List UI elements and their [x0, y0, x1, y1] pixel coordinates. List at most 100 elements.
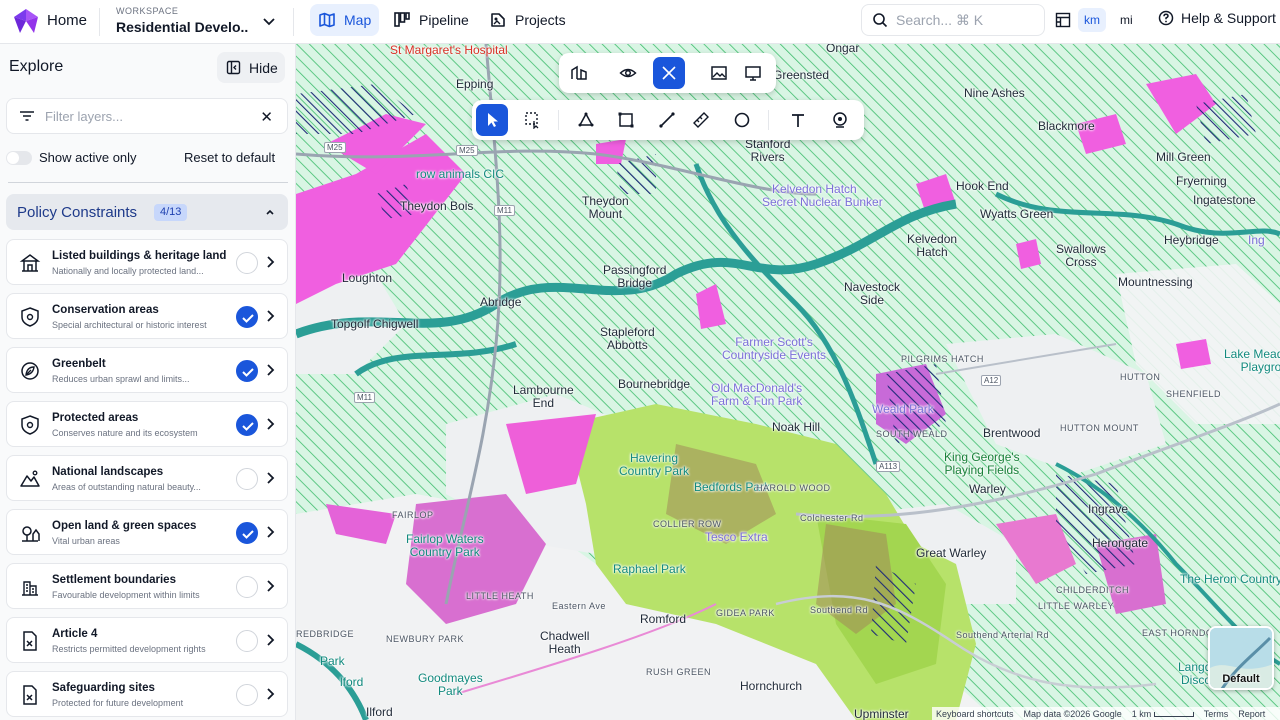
map-label-navestock: Navestock Side [844, 280, 901, 307]
map-label-herongate: Herongate [1092, 536, 1149, 550]
layers-3d-button[interactable] [563, 57, 595, 89]
unit-mi-button[interactable]: mi [1114, 8, 1139, 32]
nav-map-tab[interactable]: Map [310, 4, 380, 36]
workspace-caption: WORKSPACE [116, 6, 179, 16]
hide-sidebar-button[interactable]: Hide [217, 52, 285, 83]
map-label-southend-rd: Southend Rd [810, 605, 869, 615]
rectangle-tool-button[interactable] [610, 104, 642, 136]
layer-checkbox[interactable] [236, 522, 258, 544]
map-label-hutton: HUTTON [1120, 372, 1161, 382]
chevron-down-icon[interactable] [262, 14, 276, 28]
layer-checkbox[interactable] [236, 576, 258, 598]
scale-label: 1 km [1131, 708, 1152, 719]
nav-pipeline-label: Pipeline [419, 12, 469, 28]
map-label-ingrave: Ingrave [1088, 502, 1129, 516]
divider [558, 110, 559, 130]
layer-checkbox[interactable] [236, 630, 258, 652]
terms-link[interactable]: Terms [1204, 709, 1229, 719]
select-tool-button[interactable] [476, 104, 508, 136]
grid-layout-icon[interactable] [1055, 12, 1071, 28]
layer-item[interactable]: Settlement boundaries Favourable developm… [6, 563, 288, 609]
layer-checkbox[interactable] [236, 360, 258, 382]
chevron-right-icon[interactable] [265, 579, 275, 593]
polygon-tool-button[interactable] [570, 104, 602, 136]
line-tool-button[interactable] [651, 104, 683, 136]
sidebar-title: Explore [9, 58, 64, 75]
map-canvas[interactable]: St Margaret's Hospital Epping Ongar Greenst… [296, 44, 1280, 720]
chevron-up-icon[interactable] [264, 206, 276, 218]
map-label-fairlop-waters: Fairlop Waters Country Park [406, 532, 484, 559]
layer-item[interactable]: Listed buildings & heritage land National… [6, 239, 288, 285]
measure-tool-button[interactable] [685, 104, 717, 136]
road-shield: M25 [456, 145, 478, 156]
clear-filter-icon[interactable]: ✕ [260, 108, 273, 126]
layer-checkbox[interactable] [236, 306, 258, 328]
layer-item[interactable]: Protected areas Conserves nature and its … [6, 401, 288, 447]
layer-item[interactable]: National landscapes Areas of outstanding … [6, 455, 288, 501]
map-label-nine-ashes: Nine Ashes [964, 86, 1025, 100]
show-active-toggle[interactable] [6, 151, 32, 165]
drawing-toolbar [472, 100, 864, 140]
map-label-greensted: Greensted [773, 68, 830, 82]
text-tool-button[interactable] [782, 104, 814, 136]
layer-subtitle: Conserves nature and its ecosystem [52, 428, 198, 438]
layer-item[interactable]: Article 4 Restricts permitted development… [6, 617, 288, 663]
chevron-right-icon[interactable] [265, 309, 275, 323]
layer-checkbox[interactable] [236, 252, 258, 274]
layer-item[interactable]: Safeguarding sites Protected for future d… [6, 671, 288, 717]
keyboard-shortcuts-link[interactable]: Keyboard shortcuts [936, 709, 1014, 719]
layer-item[interactable]: Conservation areas Special architectural … [6, 293, 288, 339]
nav-projects-tab[interactable]: Projects [481, 4, 574, 36]
layer-title: Open land & green spaces [52, 520, 197, 532]
chevron-right-icon[interactable] [265, 633, 275, 647]
presentation-button[interactable] [737, 57, 769, 89]
leaf-icon [21, 362, 39, 380]
chevron-right-icon[interactable] [265, 363, 275, 377]
map-label-bournebridge: Bournebridge [618, 377, 691, 391]
image-button[interactable] [703, 57, 735, 89]
divider [293, 8, 294, 36]
home-link[interactable]: Home [47, 12, 87, 29]
map-label-rush-green: RUSH GREEN [646, 667, 712, 677]
draw-tools-button[interactable] [653, 57, 685, 89]
marker-tool-button[interactable] [824, 104, 856, 136]
layer-checkbox[interactable] [236, 468, 258, 490]
app-logo-icon[interactable] [12, 7, 40, 35]
layer-subtitle: Restricts permitted development rights [52, 644, 206, 654]
chevron-right-icon[interactable] [265, 417, 275, 431]
search-input[interactable] [896, 12, 1036, 28]
ruler-pencil-icon [662, 66, 676, 80]
map-label-raphael: Raphael Park [613, 562, 686, 576]
monitor-icon [745, 66, 761, 81]
filter-box[interactable]: ✕ [6, 98, 288, 134]
filter-layers-input[interactable] [45, 108, 245, 124]
unit-km-button[interactable]: km [1078, 8, 1106, 32]
layer-title: Greenbelt [52, 358, 106, 370]
search-box[interactable] [861, 4, 1045, 36]
map-label-newbury-park: NEWBURY PARK [386, 634, 465, 644]
box-select-button[interactable] [517, 104, 549, 136]
report-link[interactable]: Report [1238, 709, 1265, 719]
chevron-right-icon[interactable] [265, 525, 275, 539]
chevron-right-icon[interactable] [265, 687, 275, 701]
basemap-switcher[interactable]: Default [1208, 626, 1274, 690]
layer-item[interactable]: Greenbelt Reduces urban sprawl and limits… [6, 347, 288, 393]
help-support-button[interactable]: Help & Support [1158, 10, 1276, 26]
chevron-right-icon[interactable] [265, 471, 275, 485]
nav-pipeline-tab[interactable]: Pipeline [385, 4, 477, 36]
layer-subtitle: Reduces urban sprawl and limits... [52, 374, 190, 384]
policy-constraints-section[interactable]: Policy Constraints 4/13 [6, 194, 288, 230]
nav-projects-label: Projects [515, 12, 566, 28]
layer-item[interactable]: Open land & green spaces Vital urban area… [6, 509, 288, 555]
circle-tool-button[interactable] [726, 104, 758, 136]
reset-default-button[interactable]: Reset to default [184, 150, 275, 165]
visibility-button[interactable] [612, 57, 644, 89]
layer-checkbox[interactable] [236, 684, 258, 706]
workspace-name[interactable]: Residential Develo... [116, 19, 248, 35]
filter-icon [20, 111, 34, 121]
map-label-colchester-rd: Colchester Rd [800, 513, 864, 523]
layer-checkbox[interactable] [236, 414, 258, 436]
chevron-right-icon[interactable] [265, 255, 275, 269]
layer-title: Article 4 [52, 628, 98, 640]
mountain-icon [20, 470, 40, 487]
